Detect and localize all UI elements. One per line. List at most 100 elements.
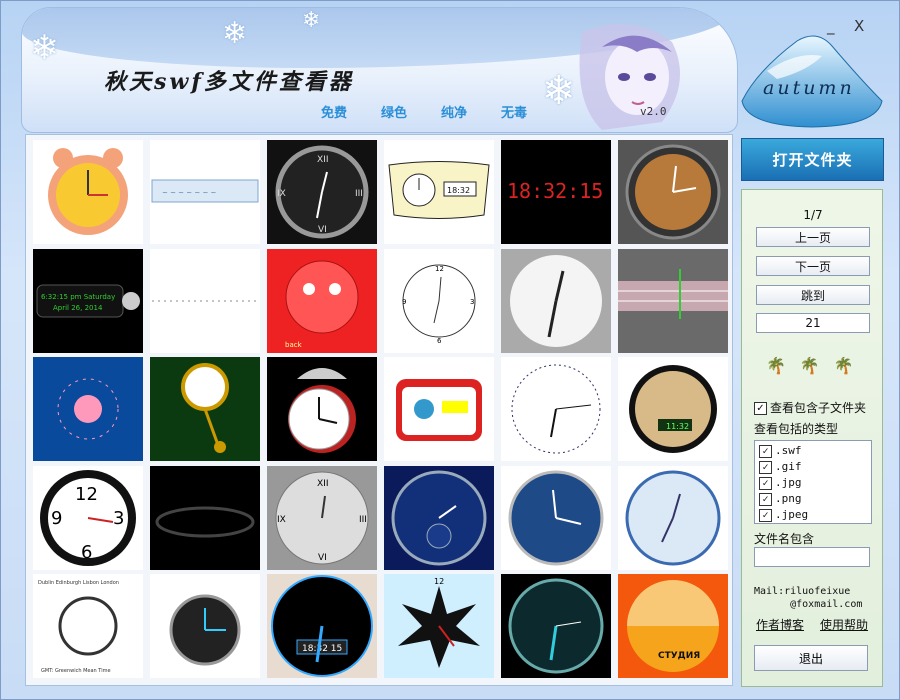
snowflake-icon: ❄ — [30, 28, 59, 68]
mail-text: Mail:riluofeixue @foxmail.com — [754, 585, 862, 611]
type-item-swf[interactable]: ✓ .swf — [759, 444, 802, 458]
thumb-neon-time: 18:32 15 — [302, 644, 342, 654]
type-label: .png — [775, 492, 802, 505]
thumb-time-text: 18:32 — [447, 186, 470, 195]
tag-pure: 纯净 — [441, 106, 468, 121]
type-item-jpg[interactable]: ✓ .jpg — [759, 476, 802, 490]
thumb-date-text: April 26, 2014 — [53, 304, 103, 312]
thumbnail-digital-date[interactable]: 6:32:15 pm Saturday April 26, 2014 — [33, 249, 143, 353]
svg-text:6: 6 — [81, 542, 92, 563]
type-label: .swf — [775, 444, 802, 457]
svg-text:6: 6 — [437, 337, 442, 345]
thumbnail-brick-wall[interactable] — [618, 249, 728, 353]
thumbnail-light-blue-clock[interactable] — [618, 466, 728, 570]
svg-text:9: 9 — [51, 508, 62, 529]
svg-text:XII: XII — [317, 479, 328, 489]
svg-text:IX: IX — [277, 515, 286, 525]
svg-text:IX: IX — [277, 189, 286, 199]
thumbnail-cartoon-clock[interactable] — [384, 357, 494, 461]
thumbnail-star-clock[interactable]: 12 — [384, 574, 494, 678]
prev-page-button[interactable]: 上一页 — [756, 227, 870, 247]
thumbnail-glass-clock[interactable] — [150, 574, 260, 678]
thumbnail-pig-clock[interactable] — [33, 357, 143, 461]
thumb-studio-text: СТУДИЯ — [658, 651, 700, 661]
thumbnail-dark-ornament[interactable] — [150, 466, 260, 570]
next-page-button[interactable]: 下一页 — [756, 256, 870, 276]
svg-text:9: 9 — [402, 298, 406, 306]
svg-text:III: III — [355, 189, 363, 199]
filename-input[interactable] — [754, 547, 870, 567]
thumbnail-bell-clock[interactable] — [267, 357, 377, 461]
svg-text:12: 12 — [435, 265, 444, 273]
app-title: 秋天swf多文件查看器 — [104, 69, 354, 95]
type-item-png[interactable]: ✓ .png — [759, 492, 802, 506]
thumbnail-teal-glass-clock[interactable] — [501, 574, 611, 678]
thumbnail-line-clock[interactable]: 12 3 6 9 — [384, 249, 494, 353]
snowflake-icon: ❄ — [222, 16, 248, 51]
thumbnail-pendulum-clock[interactable] — [150, 357, 260, 461]
file-types-list: ✓ .swf ✓ .gif ✓ .jpg ✓ .png ✓ .jpeg — [754, 440, 872, 524]
thumbnail-gold-clock[interactable]: 11:32 — [618, 357, 728, 461]
type-label: .jpeg — [775, 508, 809, 521]
thumbnail-grey-clock[interactable] — [501, 249, 611, 353]
thumbnail-roman-clock[interactable]: XII III IX VI — [267, 140, 377, 244]
thumbnail-blue-tick-clock[interactable] — [501, 357, 611, 461]
type-label: .gif — [775, 460, 802, 473]
checkbox-checked-icon: ✓ — [759, 476, 772, 490]
jump-page-input[interactable]: 21 — [756, 313, 870, 333]
thumbnail-grid: ~ ~ ~ ~ ~ ~ ~ XII III IX VI 18:32 18:32:15 — [25, 134, 733, 686]
types-label: 查看包括的类型 — [754, 422, 839, 436]
svg-text:VI: VI — [318, 553, 327, 563]
thumbnail-silver-clock[interactable]: XII III IX VI — [267, 466, 377, 570]
exit-button[interactable]: 退出 — [754, 645, 868, 671]
svg-text:3: 3 — [470, 298, 474, 306]
page-indicator: 1/7 — [803, 208, 823, 222]
checkbox-checked-icon: ✓ — [759, 492, 772, 506]
thumb-back-text: back — [285, 341, 303, 349]
mail-line1: Mail:riluofeixue — [754, 586, 851, 597]
thumb-world-bottom: GMT: Greenwich Mean Time — [41, 668, 111, 674]
svg-text:XII: XII — [317, 155, 328, 165]
tag-free: 免费 — [321, 106, 348, 121]
svg-text:~ ~ ~ ~ ~ ~ ~: ~ ~ ~ ~ ~ ~ ~ — [162, 189, 217, 197]
header-banner: ❄ ❄ ❄ ❄ 秋天swf多文件查看器 免费 绿色 纯净 无毒 v2.0 — [21, 7, 738, 133]
author-blog-link[interactable]: 作者博客 — [756, 616, 804, 633]
type-item-gif[interactable]: ✓ .gif — [759, 460, 802, 474]
svg-text:12: 12 — [75, 484, 98, 505]
svg-text:3: 3 — [113, 508, 124, 529]
thumb-world-top: Dublin Edinburgh Lisbon London — [38, 580, 119, 586]
thumbnail-blue-dial-clock[interactable] — [501, 466, 611, 570]
open-folder-button[interactable]: 打开文件夹 — [741, 138, 884, 181]
filename-label: 文件名包含 — [754, 532, 815, 546]
checkbox-checked-icon: ✓ — [754, 402, 767, 415]
thumbnail-world-clock[interactable]: Dublin Edinburgh Lisbon London GMT: Gree… — [33, 574, 143, 678]
jump-button[interactable]: 跳到 — [756, 285, 870, 305]
thumbnail-dotted-line[interactable] — [150, 249, 260, 353]
thumbnail-red-bear[interactable]: back — [267, 249, 377, 353]
thumbnail-studio-clock[interactable]: СТУДИЯ — [618, 574, 728, 678]
thumbnail-neon-clock[interactable]: 18:32 15 — [267, 574, 377, 678]
checkbox-checked-icon: ✓ — [759, 460, 772, 474]
thumbnail-led-clock[interactable]: 18:32:15 — [501, 140, 611, 244]
include-subfolders-checkbox[interactable]: ✓ 查看包含子文件夹 — [754, 399, 866, 416]
thumbnail-navy-chrono[interactable] — [384, 466, 494, 570]
thumbnail-alarm-clock[interactable] — [33, 140, 143, 244]
palm-tree-icons: 🌴🌴🌴 — [766, 356, 868, 375]
logo-text: autumn — [763, 77, 855, 99]
type-item-jpeg[interactable]: ✓ .jpeg — [759, 508, 808, 522]
svg-text:VI: VI — [318, 225, 327, 235]
thumbnail-bronze-clock[interactable] — [618, 140, 728, 244]
mail-line2: @foxmail.com — [790, 599, 863, 610]
svg-text:12: 12 — [434, 577, 444, 586]
svg-text:III: III — [359, 515, 367, 525]
checkbox-checked-icon: ✓ — [759, 444, 772, 458]
thumb-date-time: 6:32:15 pm Saturday — [41, 293, 115, 301]
thumbnail-big-number-clock[interactable]: 12 3 69 — [33, 466, 143, 570]
thumb-led-text: 18:32:15 — [507, 179, 603, 203]
thumbnail-label-clock[interactable]: 18:32 — [384, 140, 494, 244]
type-label: .jpg — [775, 476, 802, 489]
thumbnail-banner[interactable]: ~ ~ ~ ~ ~ ~ ~ — [150, 140, 260, 244]
tag-green: 绿色 — [381, 106, 408, 121]
checkbox-checked-icon: ✓ — [759, 508, 772, 522]
help-link[interactable]: 使用帮助 — [820, 616, 868, 633]
